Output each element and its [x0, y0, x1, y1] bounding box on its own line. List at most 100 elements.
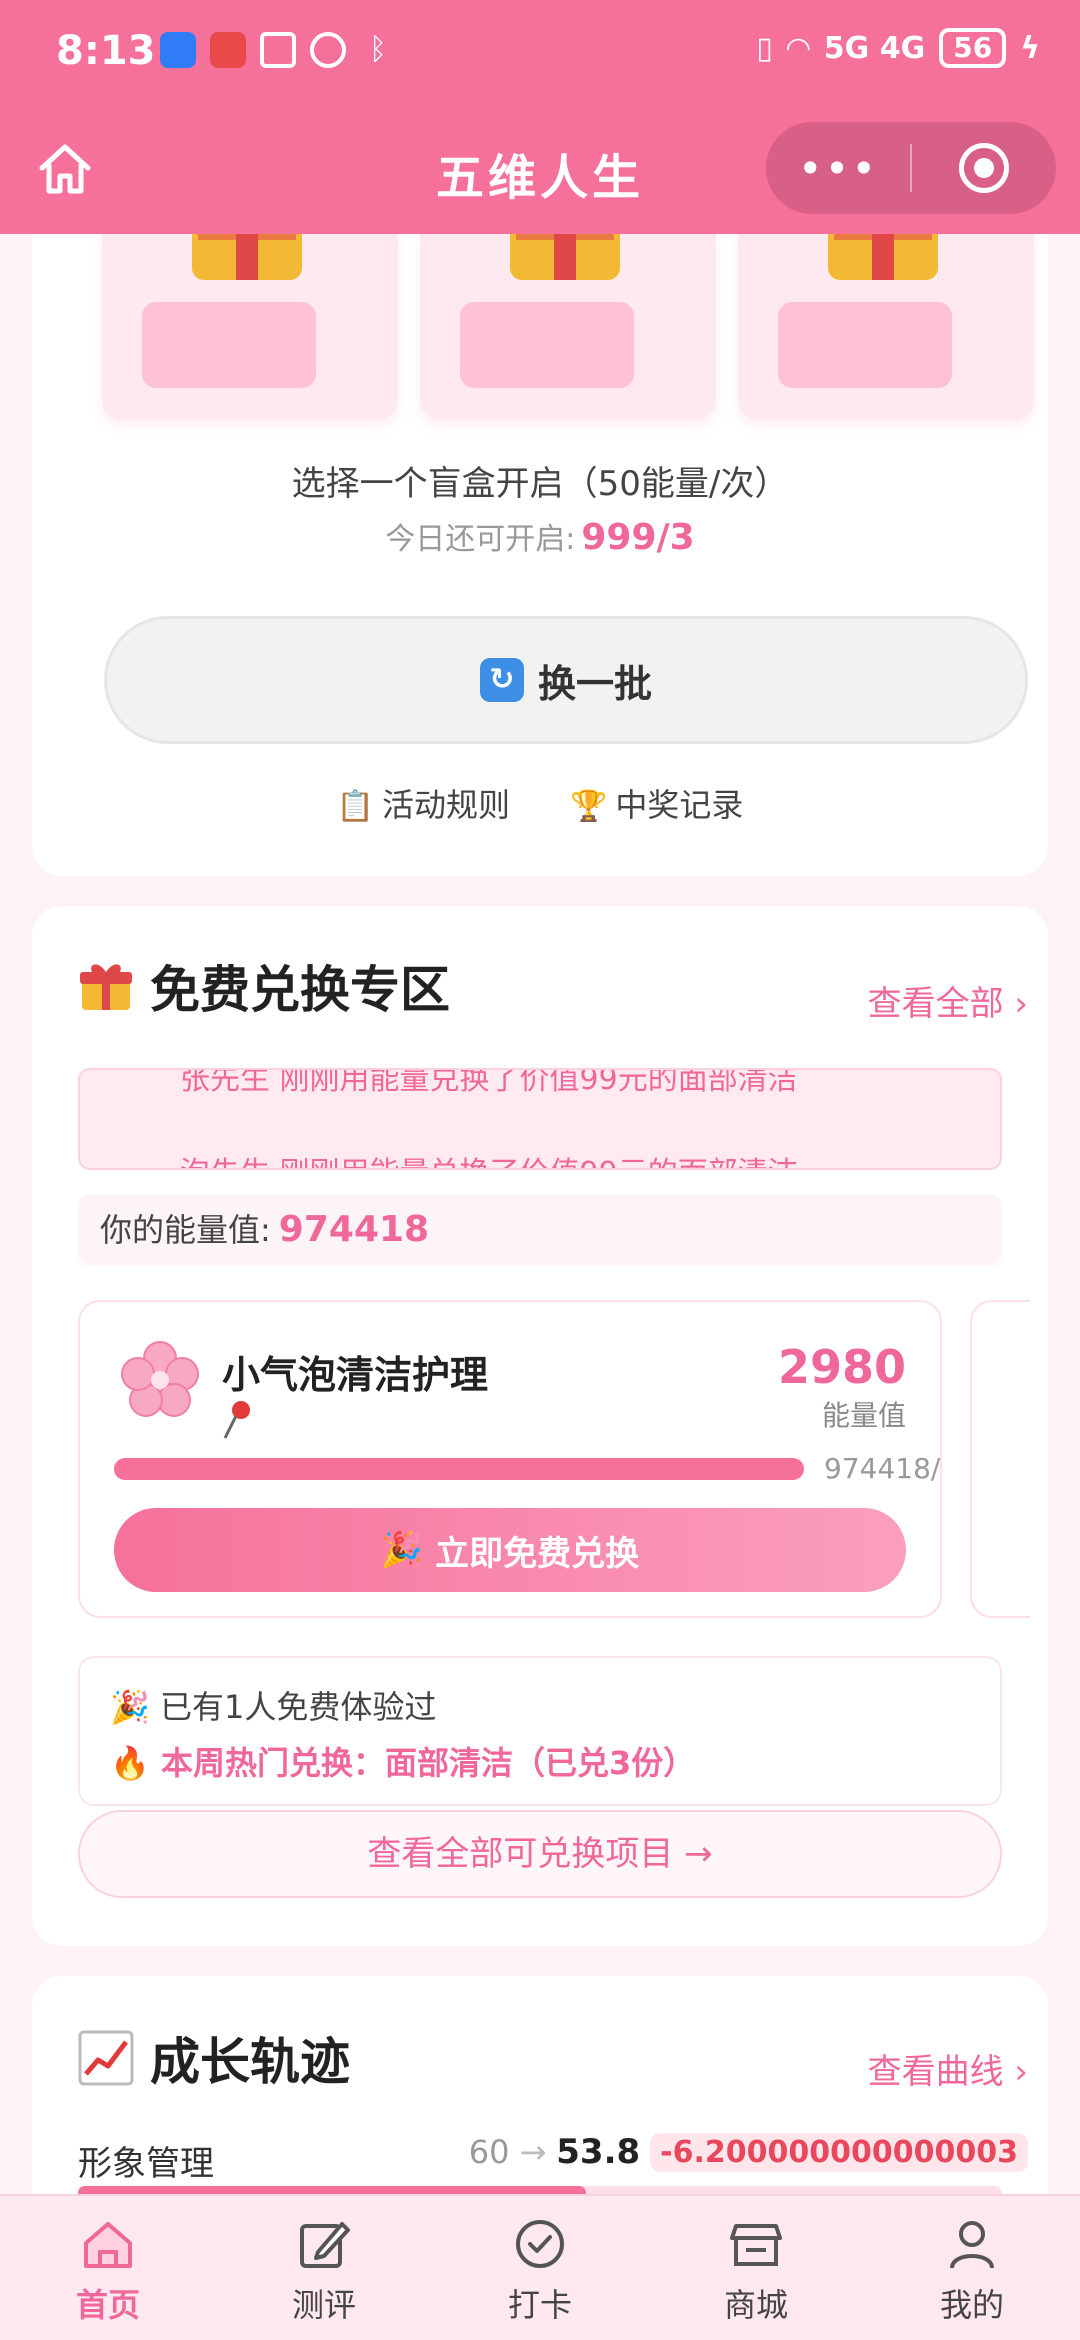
hot-row: 🔥 本周热门兑换：面部清洁（已兑3份） — [110, 1738, 695, 1784]
ticker-item: 张先生 刚刚用能量兑换了价值99元的面部清洁 — [180, 1068, 798, 1097]
nfc-icon — [260, 32, 296, 68]
swap-batch-button[interactable]: ↻ 换一批 — [104, 616, 1028, 744]
metric-values: 60 → 53.8 -6.200000000000003 — [469, 2132, 1028, 2172]
close-miniapp-button[interactable] — [912, 143, 1056, 193]
redeem-now-button[interactable]: 🎉 立即免费兑换 — [114, 1508, 906, 1592]
party-popper-icon: 🎉 — [110, 1688, 150, 1726]
gift-icon — [510, 230, 620, 280]
experienced-text: 已有1人免费体验过 — [160, 1688, 437, 1726]
growth-title: 成长轨迹 — [78, 2022, 350, 2094]
redeem-progress-bar — [114, 1458, 804, 1480]
blind-box-links: 📋 活动规则 🏆 中奖记录 — [0, 780, 1080, 826]
miniapp-capsule: ••• — [766, 122, 1056, 214]
blind-box-label — [142, 302, 316, 388]
blind-box[interactable] — [738, 230, 1034, 420]
tab-label: 我的 — [939, 2286, 1004, 2324]
pick-instruction: 选择一个盲盒开启（50能量/次） — [291, 464, 789, 504]
more-menu-button[interactable]: ••• — [766, 144, 910, 193]
signal-icon: 5G 4G — [823, 30, 926, 66]
gift-icon — [192, 230, 302, 280]
status-bar: 8:13 ᛒ ▯ ◠ 5G 4G 56 ϟ — [0, 0, 1080, 110]
gift-icon — [828, 230, 938, 280]
tab-label: 首页 — [75, 2286, 140, 2324]
clock-app-icon — [160, 32, 196, 68]
view-all-items-button[interactable]: 查看全部可兑换项目 → — [78, 1810, 1002, 1898]
remaining-opens: 今日还可开启: 999/3 — [0, 514, 1080, 558]
book-app-icon — [210, 32, 246, 68]
swap-label: 换一批 — [537, 661, 652, 706]
redeem-label: 立即免费兑换 — [435, 1533, 640, 1574]
tab-label: 商城 — [723, 2286, 788, 2324]
wifi-icon: ◠ — [786, 30, 810, 66]
free-exchange-title: 免费兑换专区 — [78, 950, 450, 1022]
exchange-stats: 🎉 已有1人免费体验过 🔥 本周热门兑换：面部清洁（已兑3份） — [78, 1656, 1002, 1806]
gift-icon — [80, 964, 132, 1010]
product-name: 小气泡清洁护理 — [222, 1353, 489, 1397]
tab-checkin[interactable]: 打卡 — [432, 2196, 648, 2340]
refresh-icon: ↻ — [479, 658, 524, 702]
blind-box-label — [460, 302, 634, 388]
rules-link[interactable]: 📋 活动规则 — [337, 780, 510, 826]
cherry-blossom-icon — [121, 1341, 199, 1417]
remaining-label: 今日还可开启: — [385, 522, 576, 557]
metric-old: 60 — [468, 2133, 510, 2171]
blind-box[interactable] — [420, 230, 716, 420]
party-popper-icon: 🎉 — [380, 1530, 424, 1570]
ticker-item: 泡先生 刚刚用能量兑换了价值99元的面部清洁 — [180, 1148, 798, 1168]
records-link[interactable]: 🏆 中奖记录 — [570, 780, 743, 826]
clipboard-icon: 📋 — [336, 789, 374, 824]
fire-icon: 🔥 — [110, 1744, 150, 1782]
pushpin-icon — [223, 1401, 250, 1439]
records-label: 中奖记录 — [615, 786, 744, 824]
growth-heading: 成长轨迹 — [150, 2033, 350, 2091]
redeem-progress-text: 974418/2980 — [824, 1452, 941, 1485]
blind-box-grid — [70, 230, 1034, 420]
tab-label: 测评 — [291, 2286, 356, 2324]
check-circle-icon — [516, 2220, 564, 2268]
product-cost-unit: 能量值 — [821, 1399, 906, 1432]
rules-label: 活动规则 — [381, 786, 510, 824]
store-icon — [730, 2224, 782, 2266]
title-bar: 五维人生 ••• — [0, 120, 1080, 220]
chart-up-icon — [78, 2030, 134, 2086]
status-time: 8:13 — [56, 28, 156, 74]
vibrate-icon: ▯ — [756, 30, 773, 66]
tab-label: 打卡 — [507, 2286, 572, 2324]
blind-box[interactable] — [102, 230, 398, 420]
arrow-right-icon: → — [519, 2133, 547, 2171]
metric-delta: -6.200000000000003 — [650, 2132, 1028, 2172]
alarm-icon — [310, 32, 346, 68]
product-cost: 2980 — [777, 1340, 906, 1394]
tab-assessment[interactable]: 测评 — [216, 2196, 432, 2340]
top-bar: 8:13 ᛒ ▯ ◠ 5G 4G 56 ϟ 五维人生 ••• — [0, 0, 1080, 234]
energy-value: 974418 — [278, 1209, 430, 1250]
remaining-value: 999/3 — [581, 517, 695, 558]
edit-icon — [300, 2222, 350, 2268]
target-icon — [958, 143, 1009, 193]
next-product-card[interactable] — [970, 1300, 1030, 1618]
energy-balance: 你的能量值: 974418 — [78, 1194, 1002, 1266]
home-icon — [84, 2222, 132, 2268]
bluetooth-icon: ᛒ — [369, 32, 387, 67]
energy-label: 你的能量值: — [100, 1211, 271, 1249]
bottom-tab-bar: 首页 测评 打卡 商城 我的 — [0, 2194, 1080, 2340]
tab-mine[interactable]: 我的 — [864, 2196, 1080, 2340]
blind-box-label — [778, 302, 952, 388]
experienced-row: 🎉 已有1人免费体验过 — [110, 1682, 436, 1728]
notification-icons: ᛒ — [160, 32, 396, 68]
tab-home[interactable]: 首页 — [0, 2196, 216, 2340]
charging-icon: ϟ — [1020, 30, 1040, 66]
exchange-ticker: 张先生 刚刚用能量兑换了价值99元的面部清洁 泡先生 刚刚用能量兑换了价值99元… — [78, 1068, 1002, 1170]
system-indicators: ▯ ◠ 5G 4G 56 ϟ — [756, 28, 1040, 68]
free-exchange-heading: 免费兑换专区 — [150, 961, 450, 1019]
trophy-icon: 🏆 — [570, 789, 608, 824]
metric-name: 形象管理 — [78, 2144, 214, 2184]
see-curve-link[interactable]: 查看曲线 › — [868, 2044, 1028, 2093]
tab-store[interactable]: 商城 — [648, 2196, 864, 2340]
user-icon — [950, 2221, 994, 2269]
battery-indicator: 56 — [939, 28, 1007, 68]
hot-text: 本周热门兑换：面部清洁（已兑3份） — [160, 1744, 696, 1782]
product-card[interactable]: 小气泡清洁护理 2980 能量值 974418/2980 🎉 立即免费兑换 — [78, 1300, 942, 1618]
metric-new: 53.8 — [556, 2132, 641, 2172]
see-all-link[interactable]: 查看全部 › — [868, 976, 1028, 1025]
